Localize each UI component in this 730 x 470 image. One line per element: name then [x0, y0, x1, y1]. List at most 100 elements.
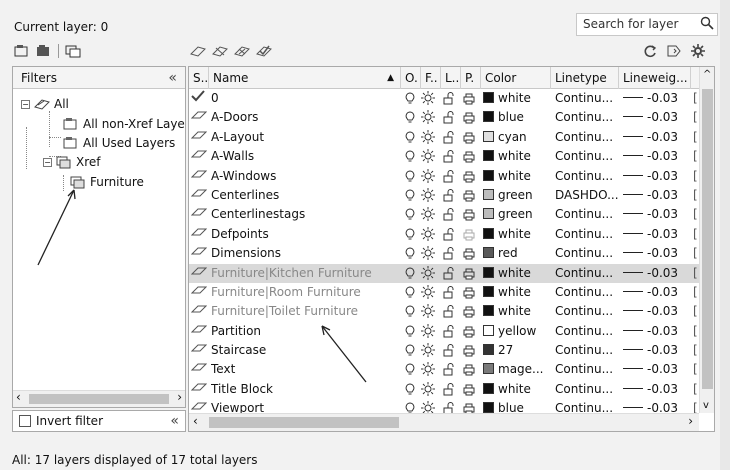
invert-filter-row[interactable]: Invert filter « — [12, 410, 186, 432]
layer-row[interactable]: A-Walls white Continu... -0.03[ — [189, 147, 699, 166]
layer-status-icon[interactable] — [191, 128, 209, 147]
layer-states-manager-icon[interactable] — [65, 44, 81, 58]
col-status[interactable]: S.. — [189, 67, 209, 89]
freeze-sun-icon[interactable] — [421, 187, 435, 207]
layer-row[interactable]: Staircase 27 Continu... -0.03[ — [189, 341, 699, 360]
layer-status-icon[interactable] — [191, 322, 209, 341]
layer-color[interactable]: white — [483, 380, 551, 399]
layer-status-icon[interactable] — [191, 380, 209, 399]
new-layer-icon[interactable] — [190, 44, 206, 58]
layer-row[interactable]: Furniture|Kitchen Furniture white Continu.… — [189, 263, 699, 283]
freeze-sun-icon[interactable] — [421, 207, 435, 226]
col-color[interactable]: Color — [481, 67, 551, 89]
layer-status-icon[interactable] — [191, 302, 209, 321]
layer-lineweight[interactable]: -0.03 — [623, 147, 689, 166]
layer-name[interactable]: Furniture|Kitchen Furniture — [211, 264, 401, 283]
invert-filter-checkbox[interactable] — [19, 415, 31, 427]
layer-linetype[interactable]: Continu... — [555, 205, 619, 224]
layer-color[interactable]: 27 — [483, 341, 551, 360]
refresh-icon[interactable] — [642, 44, 658, 58]
layer-name[interactable]: 0 — [211, 89, 401, 108]
layer-linetype[interactable]: Continu... — [555, 89, 619, 108]
freeze-sun-icon[interactable] — [421, 110, 435, 129]
layer-linetype[interactable]: Continu... — [555, 108, 619, 127]
new-property-filter-icon[interactable] — [14, 44, 30, 58]
layer-name[interactable]: Partition — [211, 322, 401, 341]
layer-lineweight[interactable]: -0.03 — [623, 89, 689, 108]
layer-status-icon[interactable] — [191, 186, 209, 205]
layer-status-icon[interactable] — [191, 264, 209, 283]
layer-row[interactable]: Furniture|Room Furniture white Continu... -… — [189, 283, 699, 302]
layer-linetype[interactable]: Continu... — [555, 147, 619, 166]
scroll-thumb[interactable] — [702, 89, 713, 389]
layer-color[interactable]: mage... — [483, 360, 551, 379]
layer-status-icon[interactable] — [191, 341, 209, 360]
layer-row[interactable]: Centerlines green DASHDO... -0.03[ — [189, 186, 699, 205]
scroll-thumb[interactable] — [29, 394, 169, 404]
layer-linetype[interactable]: Continu... — [555, 128, 619, 147]
filters-horizontal-scrollbar[interactable]: ‹ › — [13, 390, 185, 407]
layer-linetype[interactable]: Continu... — [555, 167, 619, 186]
col-on[interactable]: O. — [401, 67, 421, 89]
col-lineweight[interactable]: Lineweig... — [619, 67, 691, 89]
layer-color[interactable]: white — [483, 283, 551, 302]
layer-name[interactable]: A-Doors — [211, 108, 401, 127]
layer-color[interactable]: white — [483, 264, 551, 283]
layer-color[interactable]: white — [483, 89, 551, 108]
layer-row[interactable]: Furniture|Toilet Furniture white Continu..… — [189, 302, 699, 321]
layer-color[interactable]: green — [483, 186, 551, 205]
layer-linetype[interactable]: Continu... — [555, 380, 619, 399]
layer-linetype[interactable]: Continu... — [555, 360, 619, 379]
layer-row[interactable]: A-Layout cyan Continu... -0.03[ — [189, 128, 699, 147]
layer-color[interactable]: yellow — [483, 322, 551, 341]
search-icon[interactable] — [700, 16, 714, 30]
layer-linetype[interactable]: DASHDO... — [555, 186, 619, 205]
layer-name[interactable]: Furniture|Room Furniture — [211, 283, 401, 302]
col-lock[interactable]: L.. — [441, 67, 461, 89]
layer-row[interactable]: 0 white Continu... -0.03[ — [189, 89, 699, 108]
tree-node-xref[interactable]: − Xref — [43, 155, 101, 169]
freeze-sun-icon[interactable] — [421, 323, 435, 343]
layer-linetype[interactable]: Continu... — [555, 283, 619, 302]
layer-lineweight[interactable]: -0.03 — [623, 225, 689, 244]
layer-lineweight[interactable]: -0.03 — [623, 128, 689, 147]
layer-name[interactable]: Centerlinestags — [211, 205, 401, 224]
layer-settings-icon[interactable] — [666, 44, 682, 58]
tree-node-all[interactable]: − All — [21, 97, 69, 111]
freeze-sun-icon[interactable] — [421, 362, 435, 381]
scroll-up-arrow[interactable]: ^ — [703, 69, 711, 80]
layer-name[interactable]: Defpoints — [211, 225, 401, 244]
new-layer-vp-frozen-icon[interactable] — [212, 44, 228, 58]
collapse-toggle[interactable]: − — [43, 157, 52, 167]
layer-color[interactable]: blue — [483, 108, 551, 127]
col-more[interactable] — [691, 67, 699, 89]
layer-lineweight[interactable]: -0.03 — [623, 360, 689, 379]
layer-linetype[interactable]: Continu... — [555, 302, 619, 321]
layer-color[interactable]: white — [483, 302, 551, 321]
freeze-sun-icon[interactable] — [421, 226, 435, 246]
layer-row[interactable]: Centerlinestags green Continu... -0.03[ — [189, 205, 699, 224]
scroll-left-arrow[interactable]: ‹ — [16, 390, 21, 404]
layer-linetype[interactable]: Continu... — [555, 225, 619, 244]
layer-row[interactable]: Title Block white Continu... -0.03[ — [189, 380, 699, 399]
scroll-right-arrow[interactable]: › — [177, 390, 182, 404]
layer-status-icon[interactable] — [191, 108, 209, 127]
current-layer-check-icon[interactable] — [191, 89, 209, 108]
layer-status-icon[interactable] — [191, 147, 209, 166]
layer-lineweight[interactable]: -0.03 — [623, 264, 689, 283]
layer-lineweight[interactable]: -0.03 — [623, 186, 689, 205]
layer-status-icon[interactable] — [191, 225, 209, 244]
layer-name[interactable]: Dimensions — [211, 244, 401, 263]
layer-lineweight[interactable]: -0.03 — [623, 322, 689, 341]
layer-linetype[interactable]: Continu... — [555, 244, 619, 263]
layer-lineweight[interactable]: -0.03 — [623, 283, 689, 302]
set-current-icon[interactable] — [256, 44, 272, 58]
layer-color[interactable]: white — [483, 147, 551, 166]
scroll-left-arrow[interactable]: ‹ — [193, 414, 198, 428]
layer-row[interactable]: Defpoints white Continu... -0.03[ — [189, 225, 699, 244]
scroll-thumb[interactable] — [209, 417, 399, 428]
layer-name[interactable]: Text — [211, 360, 401, 379]
freeze-sun-icon[interactable] — [421, 246, 435, 265]
layer-name[interactable]: A-Walls — [211, 147, 401, 166]
layer-lineweight[interactable]: -0.03 — [623, 205, 689, 224]
